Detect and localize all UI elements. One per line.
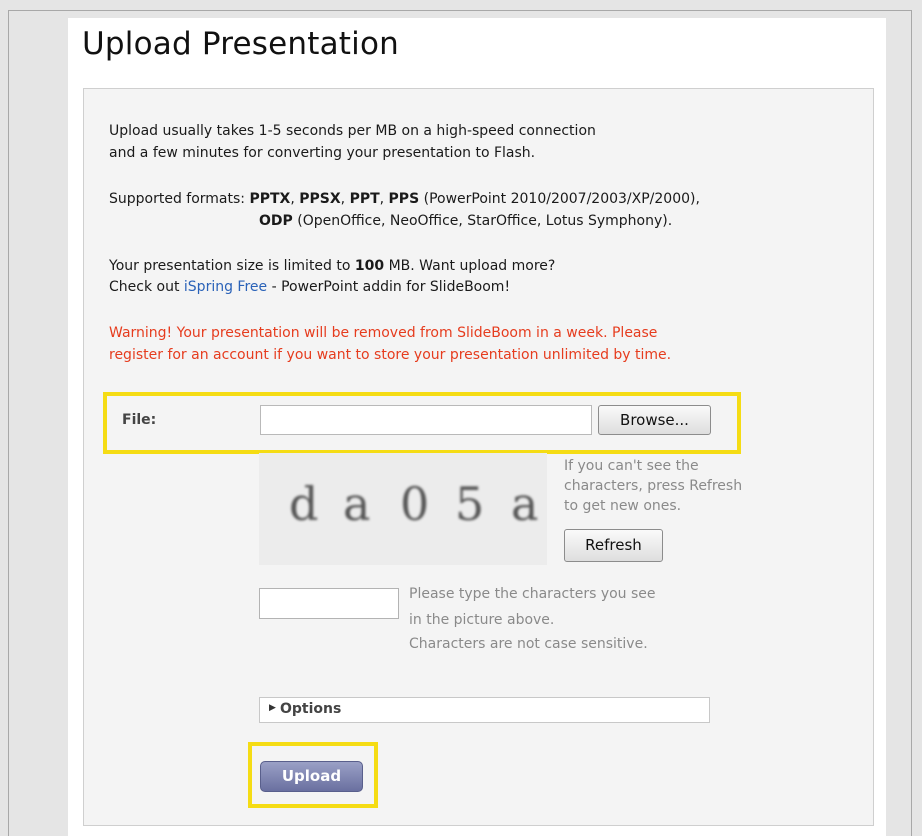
formats-line-2: ODP (OpenOffice, NeoOffice, StarOffice, … [259, 211, 672, 232]
format-pptx: PPTX [249, 191, 291, 207]
captcha-char: d [289, 477, 319, 531]
captcha-help-2: characters, press Refresh [564, 478, 743, 494]
check-out-text: Check out [109, 279, 180, 295]
intro-line-2: and a few minutes for converting your pr… [109, 145, 536, 161]
warning-line-1: Warning! Your presentation will be remov… [109, 325, 658, 341]
triangle-right-icon: ▶ [269, 703, 276, 713]
size-line-2: Check out iSpring Free - PowerPoint addi… [109, 277, 510, 298]
warning-line-2: register for an account if you want to s… [109, 347, 672, 363]
file-label: File: [122, 412, 157, 428]
formats-line-1: Supported formats: PPTX, PPSX, PPT, PPS … [109, 189, 700, 210]
captcha-char: 5 [455, 477, 485, 531]
separator: , [340, 191, 346, 207]
captcha-char: 0 [400, 477, 430, 531]
formats-desc-1: (PowerPoint 2010/2007/2003/XP/2000), [423, 191, 700, 207]
format-ppt: PPT [349, 191, 380, 207]
file-path-input[interactable] [260, 405, 592, 435]
options-toggle[interactable]: ▶ Options [259, 697, 710, 723]
captcha-char: a [343, 477, 371, 531]
captcha-help-3: to get new ones. [564, 498, 682, 514]
captcha-help-1: If you can't see the [564, 458, 699, 474]
browse-button[interactable]: Browse... [598, 405, 711, 435]
separator: , [379, 191, 385, 207]
upload-button[interactable]: Upload [260, 761, 363, 792]
size-limit: 100 [354, 258, 385, 274]
size-post: MB. Want upload more? [388, 258, 556, 274]
captcha-char: a [511, 477, 539, 531]
size-line-1: Your presentation size is limited to 100… [109, 256, 555, 277]
size-pre: Your presentation size is limited to [109, 258, 351, 274]
intro-line-1: Upload usually takes 1-5 seconds per MB … [109, 123, 596, 139]
formats-label: Supported formats: [109, 191, 246, 207]
refresh-button[interactable]: Refresh [564, 529, 663, 562]
captcha-hint-3: Characters are not case sensitive. [409, 636, 648, 652]
captcha-hint-1: Please type the characters you see [409, 586, 656, 602]
addin-text: - PowerPoint addin for SlideBoom! [271, 279, 511, 295]
separator: , [290, 191, 295, 207]
format-ppsx: PPSX [299, 191, 341, 207]
format-odp: ODP [259, 213, 293, 229]
formats-desc-2: (OpenOffice, NeoOffice, StarOffice, Lotu… [297, 213, 673, 229]
ispring-free-link[interactable]: iSpring Free [184, 279, 267, 295]
captcha-input[interactable] [259, 588, 399, 619]
format-pps: PPS [388, 191, 420, 207]
captcha-hint-2: in the picture above. [409, 612, 555, 628]
captcha-image: d a 0 5 a [259, 453, 547, 565]
page-title: Upload Presentation [82, 26, 399, 62]
options-label: Options [280, 701, 342, 717]
